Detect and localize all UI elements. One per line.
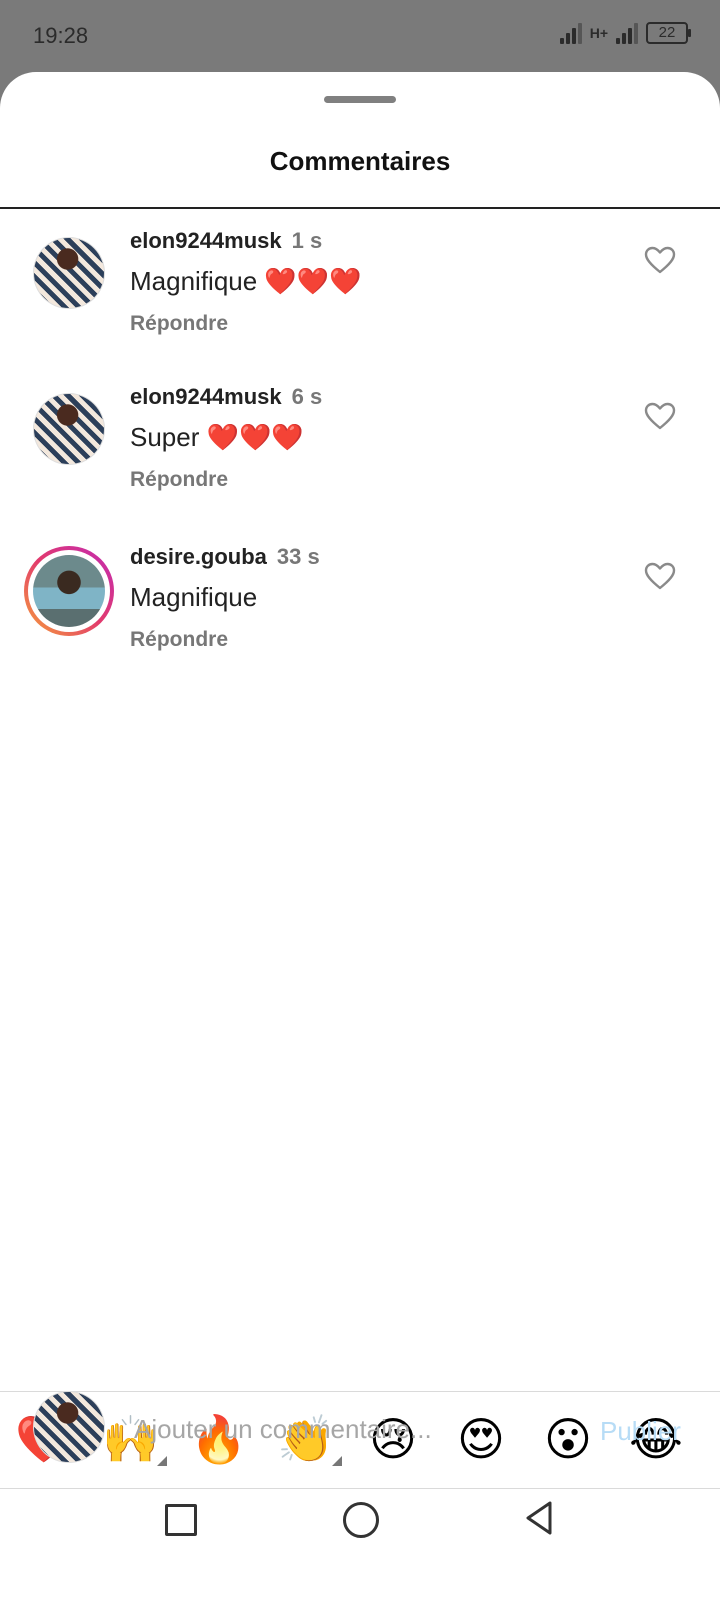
signal-icon-2 [616, 22, 638, 44]
heart-outline-icon[interactable] [644, 246, 676, 274]
sheet-title: Commentaires [269, 146, 451, 176]
comment-time: 1 s [291, 228, 323, 253]
home-icon[interactable] [343, 1502, 379, 1538]
comments-sheet: Commentaires elon9244musk 1 s Magnifique … [0, 72, 720, 1612]
comment-item: elon9244musk 6 s Super ❤️❤️❤️ Répondre [0, 382, 720, 522]
comment-item: elon9244musk 1 s Magnifique ❤️❤️❤️ Répond… [0, 222, 720, 362]
comment-item: desire.gouba 33 s Magnifique Répondre [0, 542, 720, 682]
comment-text: Magnifique [130, 582, 258, 612]
battery-icon: 22 [646, 22, 691, 44]
publish-button[interactable]: Publier [600, 1416, 681, 1447]
comment-username[interactable]: elon9244musk 6 s [130, 384, 322, 410]
avatar [33, 555, 105, 627]
status-icons: H+ 22 [559, 22, 691, 44]
status-bar: 19:28 H+ 22 [0, 0, 720, 72]
avatar-story-ring[interactable] [24, 546, 114, 636]
heart-outline-icon[interactable] [644, 402, 676, 430]
sheet-grabber[interactable] [324, 96, 396, 103]
status-time: 19:28 [33, 23, 89, 48]
back-icon[interactable] [524, 1500, 554, 1536]
comment-username[interactable]: elon9244musk 1 s [130, 228, 322, 254]
comment-text: Super ❤️❤️❤️ [130, 422, 304, 452]
comment-username[interactable]: desire.gouba 33 s [130, 544, 320, 570]
recent-apps-icon[interactable] [165, 1504, 197, 1536]
my-avatar [34, 1392, 104, 1462]
network-type: H+ [589, 25, 608, 41]
reply-button[interactable]: Répondre [130, 468, 228, 492]
avatar[interactable] [34, 394, 104, 464]
comment-time: 33 s [276, 544, 320, 569]
reply-button[interactable]: Répondre [130, 312, 228, 336]
heart-outline-icon[interactable] [644, 562, 676, 590]
title-divider [0, 207, 720, 209]
reply-button[interactable]: Répondre [130, 628, 228, 652]
system-nav-bar [0, 1482, 720, 1574]
signal-icon [559, 22, 582, 44]
avatar[interactable] [34, 238, 104, 308]
comment-input[interactable] [132, 1408, 566, 1450]
emoji-divider [0, 1391, 720, 1392]
comment-text: Magnifique ❤️❤️❤️ [130, 266, 362, 296]
comment-time: 6 s [291, 384, 323, 409]
